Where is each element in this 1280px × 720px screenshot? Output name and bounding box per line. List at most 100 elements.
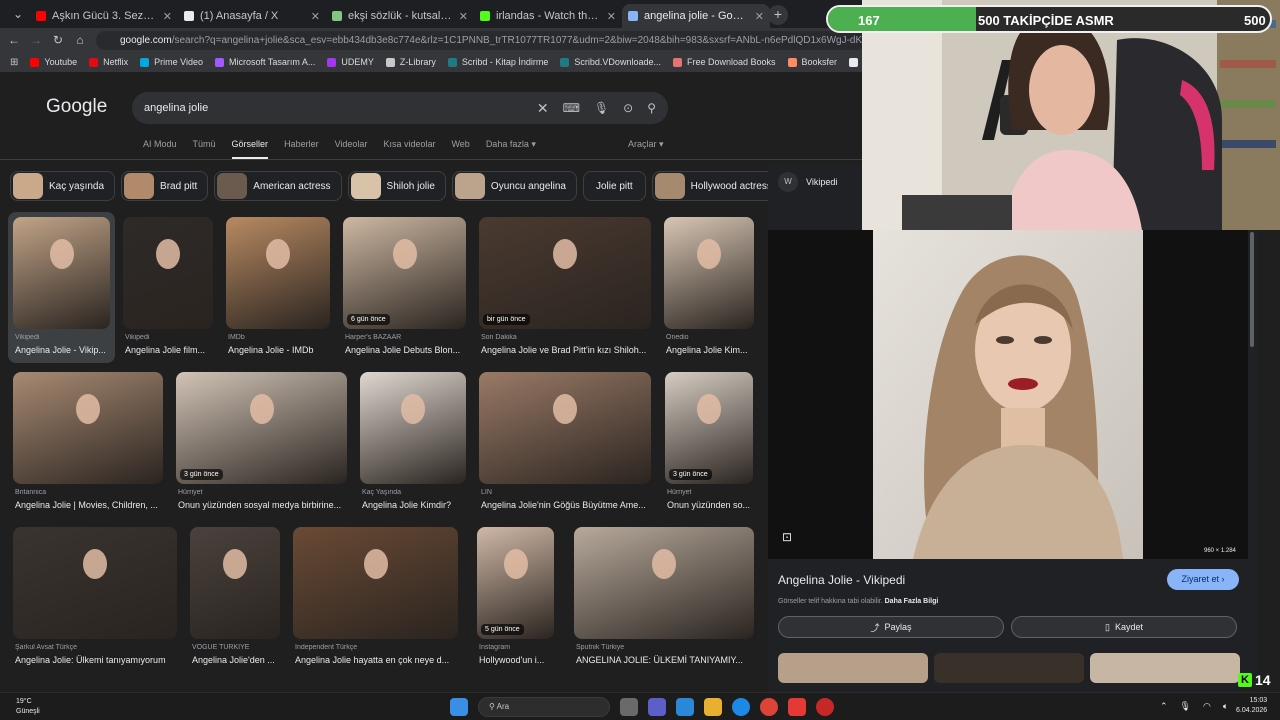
result-title[interactable]: Angelina Jolie - Vikip... xyxy=(15,345,131,355)
bookmark-item[interactable]: Microsoft Tasarım A... xyxy=(214,57,315,67)
related-thumb[interactable] xyxy=(1090,653,1240,683)
result-image[interactable] xyxy=(360,372,466,484)
forward-icon[interactable]: → xyxy=(28,32,44,48)
close-tab-icon[interactable]: ✕ xyxy=(755,10,764,23)
nav-tab[interactable]: Tümü xyxy=(193,139,216,159)
result-source[interactable]: Şarkul Avsat Türkçe xyxy=(15,644,199,651)
clock[interactable]: 15:03 6.04.2026 xyxy=(1236,696,1267,716)
browser-tab[interactable]: angelina jolie - Google'da Ara ✕ xyxy=(622,4,770,28)
result-image[interactable]: 5 gün önce xyxy=(477,527,554,639)
app-icon[interactable] xyxy=(816,698,834,716)
clear-icon[interactable]: ✕ xyxy=(537,100,549,117)
result-image[interactable]: 3 gün önce xyxy=(176,372,347,484)
browser-tab[interactable]: Aşkın Gücü 3. Sezon 15. Bölüm ✕ xyxy=(30,4,178,28)
bookmark-item[interactable]: Prime Video xyxy=(140,57,203,67)
save-button[interactable]: ▯ Kaydet xyxy=(1011,616,1237,638)
preview-title[interactable]: Angelina Jolie - Vikipedi xyxy=(778,573,905,587)
result-source[interactable]: Sputnik Türkiye xyxy=(576,644,776,651)
result-source[interactable]: Son Dakika xyxy=(481,334,673,341)
nav-tab[interactable]: Web xyxy=(451,139,469,159)
result-source[interactable]: Hürriyet xyxy=(178,489,369,496)
media-player-icon[interactable] xyxy=(788,698,806,716)
related-search-chip[interactable]: American actress xyxy=(214,171,342,201)
search-icon[interactable]: ⚲ xyxy=(647,101,656,115)
copilot-icon[interactable] xyxy=(676,698,694,716)
home-icon[interactable]: ⌂ xyxy=(72,32,88,48)
nav-tab[interactable]: AI Modu xyxy=(143,139,177,159)
bookmark-item[interactable]: Netflix xyxy=(89,57,128,67)
apps-icon[interactable]: ⊞ xyxy=(10,57,18,68)
result-source[interactable]: Harper's BAZAAR xyxy=(345,334,488,341)
reload-icon[interactable]: ↻ xyxy=(50,32,66,48)
result-source[interactable]: Instagram xyxy=(479,644,576,651)
result-image[interactable] xyxy=(190,527,280,639)
result-title[interactable]: Angelina Jolie ve Brad Pitt'in kızı Shil… xyxy=(481,345,659,355)
lens-icon[interactable]: ⊙ xyxy=(623,101,633,115)
related-thumb[interactable] xyxy=(934,653,1084,683)
task-view-icon[interactable] xyxy=(620,698,638,716)
result-title[interactable]: ANGELINA JOLIE: ÜLKEMİ TANIYAMIY... xyxy=(576,655,762,665)
visit-button[interactable]: Ziyaret et › xyxy=(1167,569,1239,590)
edge-icon[interactable] xyxy=(732,698,750,716)
close-tab-icon[interactable]: ✕ xyxy=(459,10,468,23)
related-search-chip[interactable]: Jolie pitt xyxy=(582,171,646,201)
related-search-chip[interactable]: Oyuncu angelina xyxy=(451,171,577,201)
result-image[interactable]: 3 gün önce xyxy=(665,372,753,484)
result-source[interactable]: Onedio xyxy=(666,334,776,341)
result-title[interactable]: Angelina Jolie'den ... xyxy=(192,655,308,665)
nav-tab[interactable]: Haberler xyxy=(284,139,319,159)
bookmark-item[interactable]: Youtube xyxy=(30,57,77,67)
result-image[interactable] xyxy=(226,217,330,329)
visual-search-icon[interactable]: ⊡ xyxy=(782,530,798,546)
result-title[interactable]: Angelina Jolie Debuts Blon... xyxy=(345,345,474,355)
preview-source[interactable]: W Vikipedi xyxy=(778,172,837,192)
preview-image[interactable] xyxy=(873,230,1143,559)
close-tab-icon[interactable]: ✕ xyxy=(311,10,320,23)
tools-button[interactable]: Araçlar ▾ xyxy=(628,139,664,150)
keyboard-icon[interactable]: ⌨ xyxy=(563,101,580,115)
new-tab-button[interactable]: + xyxy=(768,5,788,25)
chrome-icon[interactable] xyxy=(760,698,778,716)
result-title[interactable]: Angelina Jolie hayatta en çok neye d... xyxy=(295,655,466,665)
bookmark-item[interactable]: UDEMY xyxy=(327,57,374,67)
result-source[interactable]: Independent Türkçe xyxy=(295,644,480,651)
bookmark-item[interactable]: Booksfer xyxy=(787,57,837,67)
browser-tab[interactable]: ekşi sözlük - kutsal bilgi kaynağı ✕ xyxy=(326,4,474,28)
nav-tab[interactable]: Videolar xyxy=(335,139,368,159)
result-source[interactable]: Vikipedi xyxy=(125,334,235,341)
panel-scrollbar[interactable] xyxy=(1250,232,1254,347)
result-image[interactable] xyxy=(123,217,213,329)
result-image[interactable] xyxy=(13,217,110,329)
bookmark-item[interactable]: Scribd - Kitap İndirme xyxy=(447,57,548,67)
nav-tab[interactable]: Daha fazla ▾ xyxy=(486,139,536,159)
tab-search-icon[interactable]: ⌄ xyxy=(10,6,26,22)
result-image[interactable] xyxy=(293,527,458,639)
microphone-icon[interactable]: 🎙︎ xyxy=(594,101,609,115)
close-tab-icon[interactable]: ✕ xyxy=(163,10,172,23)
taskbar-search[interactable]: ⚲ Ara xyxy=(478,697,610,717)
result-source[interactable]: LİN xyxy=(481,489,673,496)
result-title[interactable]: Angelina Jolie | Movies, Children, ... xyxy=(15,500,171,510)
result-title[interactable]: Angelina Jolie Kimdir? xyxy=(362,500,478,510)
related-search-chip[interactable]: Hollywood actress xyxy=(651,171,768,201)
result-title[interactable]: Angelina Jolie: Ülkemi tanıyamıyorum xyxy=(15,655,185,665)
result-image[interactable] xyxy=(479,372,651,484)
result-image[interactable] xyxy=(574,527,754,639)
related-thumb[interactable] xyxy=(778,653,928,683)
result-source[interactable]: Britannica xyxy=(15,489,185,496)
result-image[interactable]: 6 gün önce xyxy=(343,217,466,329)
result-source[interactable]: VOGUE TÜRKİYE xyxy=(192,644,302,651)
bookmark-item[interactable]: Free Download Books xyxy=(672,57,776,67)
browser-tab[interactable]: irlandas - Watch the VOD on Kick ✕ xyxy=(474,4,622,28)
related-search-chip[interactable]: Shiloh jolie xyxy=(347,171,446,201)
result-title[interactable]: Angelina Jolie Kim... xyxy=(666,345,782,355)
chevron-up-icon[interactable]: ⌃ xyxy=(1160,701,1168,712)
related-search-chip[interactable]: Kaç yaşında xyxy=(10,171,116,201)
teams-icon[interactable] xyxy=(648,698,666,716)
share-button[interactable]: ⤴ Paylaş xyxy=(778,616,1004,638)
volume-icon[interactable]: 🔈︎ xyxy=(1223,701,1228,712)
start-icon[interactable] xyxy=(450,698,468,716)
result-image[interactable] xyxy=(13,372,163,484)
learn-more-link[interactable]: Daha Fazla Bilgi xyxy=(885,598,939,605)
result-source[interactable]: Vikipedi xyxy=(15,334,132,341)
